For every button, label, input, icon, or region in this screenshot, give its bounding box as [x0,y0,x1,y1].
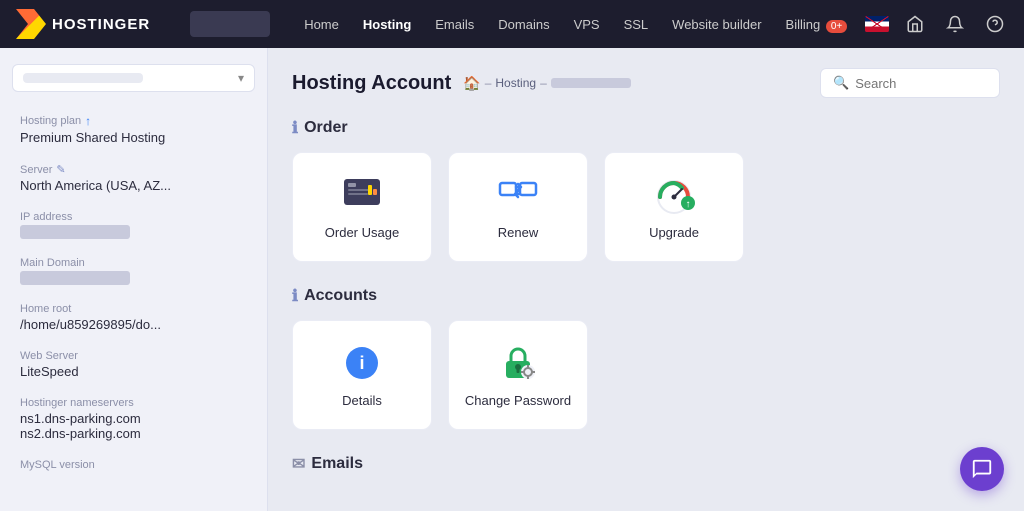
nav-hosting[interactable]: Hosting [353,11,421,38]
account-dropdown[interactable]: ▾ [12,64,255,92]
content-header: Hosting Account 🏠 – Hosting – 🔍 [292,68,1000,98]
upgrade-card[interactable]: ↑ Upgrade [604,152,744,262]
home-root-label: Home root [20,303,247,315]
info-circle-icon: ℹ [292,118,298,138]
change-password-label: Change Password [465,393,571,408]
chat-button[interactable] [960,447,1004,491]
nav-home[interactable]: Home [294,11,349,38]
account-selector[interactable] [190,11,270,37]
change-password-card[interactable]: Change Password [448,320,588,430]
edit-icon[interactable]: ✎ [56,163,65,176]
order-cards: Order Usage Renew [292,152,1000,262]
order-usage-icon [338,175,386,215]
topnav-right [865,10,1024,38]
details-card[interactable]: i Details [292,320,432,430]
sidebar: ▾ Hosting plan ↑ Premium Shared Hosting … [0,48,268,511]
search-input[interactable] [855,76,985,91]
logo[interactable]: HOSTINGER [16,9,150,39]
breadcrumb-account [551,78,631,88]
nav-links: Home Hosting Emails Domains VPS SSL Webs… [294,11,857,38]
nav-emails[interactable]: Emails [425,11,484,38]
order-section-title: ℹ Order [292,118,1000,138]
language-selector[interactable] [865,16,889,32]
upgrade-icon: ↑ [650,175,698,215]
hosting-plan-label: Hosting plan ↑ [20,114,247,128]
nav-website-builder[interactable]: Website builder [662,11,771,38]
store-icon-btn[interactable] [901,10,929,38]
order-usage-card[interactable]: Order Usage [292,152,432,262]
hosting-plan-value: Premium Shared Hosting [20,130,247,145]
mysql-label: MySQL version [20,459,247,471]
server-item: Server ✎ North America (USA, AZ... [0,157,267,199]
emails-section-title: ✉ Emails [292,454,1000,474]
logo-text: HOSTINGER [52,16,150,33]
svg-text:↑: ↑ [686,199,691,210]
main-content: Hosting Account 🏠 – Hosting – 🔍 ℹ Order [268,48,1024,511]
chevron-down-icon: ▾ [238,71,244,85]
renew-icon [494,175,542,215]
ip-address-label: IP address [20,211,247,223]
billing-badge: 0+ [826,20,847,33]
mysql-item: MySQL version [0,453,267,479]
nav-vps[interactable]: VPS [564,11,610,38]
search-box[interactable]: 🔍 [820,68,1000,98]
notification-icon-btn[interactable] [941,10,969,38]
logo-icon [16,9,46,39]
breadcrumb-home-icon[interactable]: 🏠 [463,75,480,92]
accounts-info-icon: ℹ [292,286,298,306]
nameserver2-value: ns2.dns-parking.com [20,426,247,441]
svg-text:i: i [359,353,364,373]
nav-ssl[interactable]: SSL [614,11,659,38]
web-server-item: Web Server LiteSpeed [0,344,267,385]
home-root-item: Home root /home/u859269895/do... [0,297,267,338]
nameservers-item: Hostinger nameservers ns1.dns-parking.co… [0,391,267,447]
breadcrumb-hosting[interactable]: Hosting [495,76,536,90]
web-server-label: Web Server [20,350,247,362]
help-icon-btn[interactable] [981,10,1009,38]
change-password-icon [494,343,542,383]
accounts-cards: i Details [292,320,1000,430]
upgrade-label: Upgrade [649,225,699,240]
emails-icon: ✉ [292,454,305,474]
nav-domains[interactable]: Domains [488,11,559,38]
main-domain-label: Main Domain [20,257,247,269]
topnav: HOSTINGER Home Hosting Emails Domains VP… [0,0,1024,48]
details-label: Details [342,393,382,408]
breadcrumb: 🏠 – Hosting – [463,75,631,92]
page-title: Hosting Account [292,72,451,95]
search-icon: 🔍 [833,75,849,91]
renew-label: Renew [498,225,538,240]
nameservers-label: Hostinger nameservers [20,397,247,409]
details-icon: i [338,343,386,383]
upgrade-icon[interactable]: ↑ [85,114,91,128]
server-value: North America (USA, AZ... [20,178,247,193]
ip-address-item: IP address [0,205,267,245]
nav-billing[interactable]: Billing 0+ [776,11,858,38]
nameserver1-value: ns1.dns-parking.com [20,411,247,426]
ip-address-value [20,225,130,239]
server-label: Server ✎ [20,163,247,176]
hosting-plan-item: Hosting plan ↑ Premium Shared Hosting [0,108,267,151]
account-dropdown-text [23,73,143,83]
home-root-value: /home/u859269895/do... [20,317,247,332]
renew-card[interactable]: Renew [448,152,588,262]
order-usage-label: Order Usage [325,225,399,240]
accounts-section-title: ℹ Accounts [292,286,1000,306]
main-layout: ▾ Hosting plan ↑ Premium Shared Hosting … [0,48,1024,511]
web-server-value: LiteSpeed [20,364,247,379]
main-domain-value [20,271,130,285]
header-left: Hosting Account 🏠 – Hosting – [292,72,631,95]
main-domain-item: Main Domain [0,251,267,291]
